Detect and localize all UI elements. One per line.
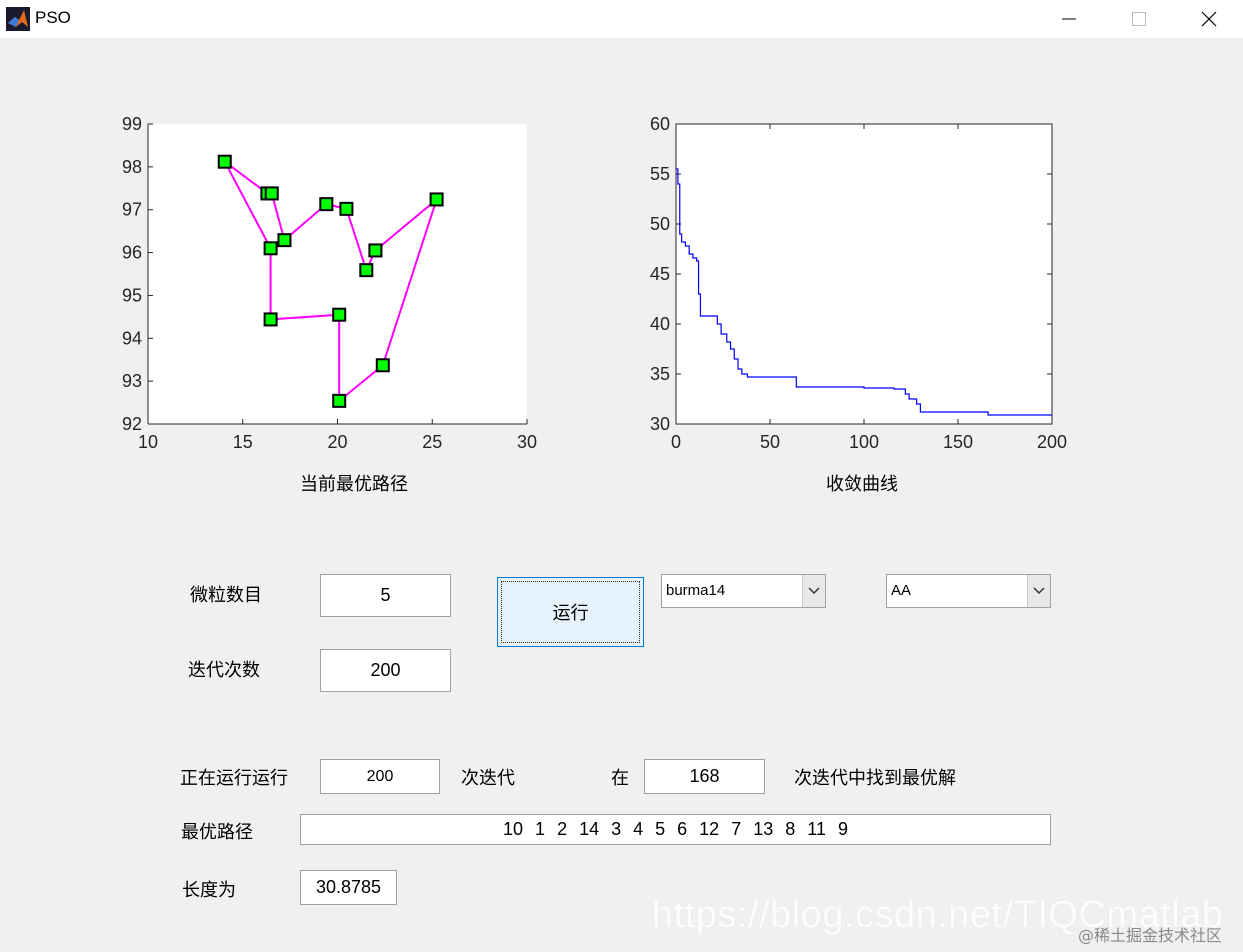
- x-tick-label: 10: [138, 432, 158, 452]
- city-marker: [264, 186, 279, 201]
- algorithm-dropdown[interactable]: AA: [886, 574, 1051, 608]
- best-path-city: 5: [655, 819, 666, 839]
- x-tick-label: 0: [671, 432, 681, 452]
- y-tick-label: 35: [650, 364, 670, 384]
- axes-background: [675, 123, 1053, 425]
- chevron-down-icon[interactable]: [802, 575, 825, 607]
- running-label: 正在运行运行: [180, 768, 288, 789]
- x-tick-label: 20: [327, 432, 347, 452]
- y-tick-label: 93: [122, 371, 142, 391]
- best-path-city: 11: [807, 819, 826, 839]
- best-path-city: 7: [731, 819, 742, 839]
- city-marker: [263, 312, 278, 327]
- run-button[interactable]: 运行: [497, 577, 644, 647]
- title-bar: PSO: [0, 0, 1243, 38]
- y-tick-label: 96: [122, 243, 142, 263]
- y-tick-label: 97: [122, 200, 142, 220]
- chevron-down-icon[interactable]: [1027, 575, 1050, 607]
- city-marker: [319, 197, 334, 212]
- minimize-icon: [1062, 18, 1076, 20]
- running-iterations-field[interactable]: 200: [320, 759, 440, 794]
- y-tick-label: 60: [650, 114, 670, 134]
- x-tick-label: 50: [760, 432, 780, 452]
- y-tick-label: 45: [650, 264, 670, 284]
- close-icon: [1201, 11, 1217, 27]
- y-tick-label: 92: [122, 414, 142, 434]
- best-path-city: 9: [837, 819, 848, 839]
- found-suffix-label: 次迭代中找到最优解: [794, 768, 956, 789]
- best-path-field[interactable]: 10 1 2 14 3 4 5 6 12 7 13 8 11 9: [300, 814, 1051, 845]
- y-tick-label: 50: [650, 214, 670, 234]
- y-tick-label: 98: [122, 157, 142, 177]
- city-marker: [359, 263, 374, 278]
- route-plot-caption: 当前最优路径: [300, 474, 408, 495]
- algorithm-dropdown-value: AA: [891, 582, 912, 599]
- city-marker: [217, 154, 232, 169]
- y-tick-label: 99: [122, 114, 142, 134]
- city-marker: [332, 393, 347, 408]
- maximize-button[interactable]: [1104, 0, 1174, 38]
- city-marker: [375, 358, 390, 373]
- best-path-city: 6: [677, 819, 688, 839]
- route-plot: 10 15 20 25 30 92 93 94 95 96 97 98 99: [122, 114, 537, 452]
- close-button[interactable]: [1174, 0, 1243, 38]
- axes-background: [148, 124, 527, 424]
- y-tick-label: 94: [122, 328, 142, 348]
- x-tick-label: 200: [1037, 432, 1067, 452]
- figure-client-area: 10 15 20 25 30 92 93 94 95 96 97 98 99 0 50 100 150 200 3…: [0, 38, 1243, 952]
- best-path-label: 最优路径: [181, 822, 253, 843]
- best-path-city: 14: [579, 819, 600, 839]
- best-path-city: 13: [753, 819, 774, 839]
- city-marker: [368, 243, 383, 258]
- dataset-dropdown[interactable]: burma14: [661, 574, 826, 608]
- matlab-logo-icon: [6, 7, 30, 31]
- x-tick-label: 15: [233, 432, 253, 452]
- x-tick-label: 30: [517, 432, 537, 452]
- best-path-city: 10: [503, 819, 524, 839]
- at-label: 在: [611, 768, 629, 789]
- best-path-city: 4: [633, 819, 644, 839]
- maximize-icon: [1132, 12, 1146, 26]
- best-path-city: 12: [699, 819, 720, 839]
- city-marker: [339, 201, 354, 216]
- dataset-dropdown-value: burma14: [666, 582, 726, 599]
- iterations-input[interactable]: 200: [320, 649, 451, 692]
- particles-input[interactable]: 5: [320, 574, 451, 617]
- y-tick-label: 95: [122, 285, 142, 305]
- convergence-plot-caption: 收敛曲线: [826, 474, 898, 495]
- best-path-city: 3: [611, 819, 622, 839]
- length-field[interactable]: 30.8785: [300, 870, 397, 905]
- x-tick-label: 100: [849, 432, 879, 452]
- window-title: PSO: [35, 8, 71, 27]
- x-tick-label: 150: [943, 432, 973, 452]
- minimize-button[interactable]: [1034, 0, 1104, 38]
- convergence-plot: 0 50 100 150 200 30 35 40 45 50 55 60: [650, 114, 1067, 452]
- city-marker: [429, 192, 444, 207]
- iter-suffix-label: 次迭代: [461, 768, 515, 789]
- run-button-label: 运行: [552, 603, 589, 624]
- best-path-city: 2: [557, 819, 568, 839]
- city-marker: [263, 241, 278, 256]
- y-tick-label: 40: [650, 314, 670, 334]
- best-path-city: 1: [535, 819, 546, 839]
- found-iteration-field[interactable]: 168: [644, 759, 765, 794]
- y-tick-label: 55: [650, 164, 670, 184]
- length-label: 长度为: [182, 880, 236, 901]
- particles-label: 微粒数目: [190, 585, 262, 606]
- iterations-label: 迭代次数: [188, 660, 260, 681]
- city-marker: [277, 233, 292, 248]
- best-path-city: 8: [785, 819, 796, 839]
- watermark-community: @稀土掘金技术社区: [1078, 926, 1223, 945]
- city-marker: [332, 307, 347, 322]
- y-tick-label: 30: [650, 414, 670, 434]
- x-tick-label: 25: [422, 432, 442, 452]
